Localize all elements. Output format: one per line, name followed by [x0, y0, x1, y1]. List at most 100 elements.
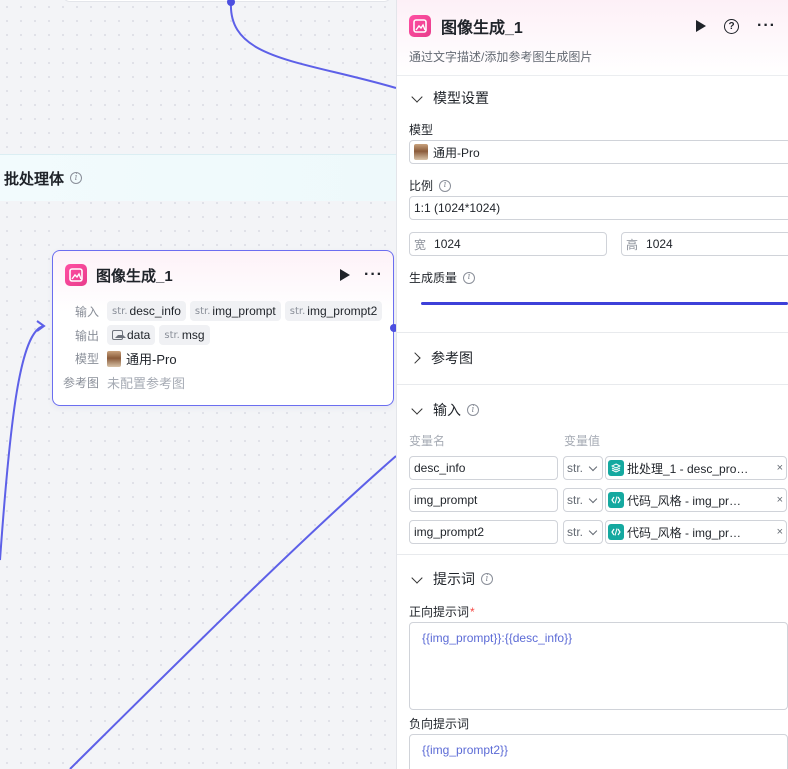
- var-type-select[interactable]: str.: [563, 520, 603, 544]
- var-name-value: img_prompt: [414, 493, 478, 507]
- negative-prompt-input[interactable]: {{img_prompt2}}: [409, 734, 788, 769]
- input-var-row: desc_info str. 批处理_1 - desc_pro… ×: [409, 456, 788, 480]
- col-var-value: 变量值: [564, 434, 601, 448]
- var-type-value: str.: [567, 461, 584, 475]
- panel-header: 图像生成_1 ? ··· 通过文字描述/添加参考图生成图片: [397, 0, 788, 76]
- section-reference[interactable]: 参考图: [409, 348, 473, 368]
- image-generate-icon: [409, 15, 431, 37]
- input-var-row: img_prompt str. 代码_风格 - img_pr… ×: [409, 488, 788, 512]
- section-label: 参考图: [431, 350, 473, 366]
- divider: [397, 554, 788, 555]
- ratio-field-label: 比例 i: [409, 177, 452, 194]
- info-icon[interactable]: i: [70, 172, 83, 184]
- batch-title: 批处理体: [4, 170, 65, 188]
- node-ref-row: 参考图 未配置参考图: [63, 373, 185, 392]
- var-name-value: img_prompt2: [414, 525, 485, 539]
- positive-prompt-input[interactable]: {{img_prompt}}:{{desc_info}}: [409, 622, 788, 710]
- width-label: 宽: [414, 237, 427, 252]
- image-generate-icon: [65, 264, 87, 286]
- var-reference-text: 代码_风格 - img_pr…: [627, 525, 742, 540]
- var-name-input[interactable]: img_prompt: [409, 488, 558, 512]
- code-icon: [608, 524, 624, 540]
- var-reference[interactable]: 代码_风格 - img_pr… ×: [605, 488, 787, 512]
- model-value: 通用-Pro: [126, 352, 177, 367]
- quality-slider[interactable]: [421, 302, 788, 305]
- more-icon[interactable]: ···: [364, 267, 383, 283]
- more-icon[interactable]: ···: [757, 18, 776, 34]
- width-value: 1024: [434, 237, 461, 251]
- quality-field-label: 生成质量 i: [409, 269, 476, 286]
- ratio-select[interactable]: 1:1 (1024*1024): [409, 196, 788, 220]
- image-gen-node[interactable]: 图像生成_1 ··· 输入 str. desc_info str. img_prom…: [52, 250, 394, 406]
- node-title: 图像生成_1: [96, 267, 173, 285]
- output-tag: str. msg: [159, 325, 210, 345]
- var-type-select[interactable]: str.: [563, 488, 603, 512]
- edge-top-to-panel: [229, 1, 397, 89]
- node-model-row: 模型 通用-Pro: [65, 349, 177, 368]
- input-tag: str. img_prompt2: [284, 301, 383, 321]
- run-icon[interactable]: [340, 269, 351, 281]
- ref-label: 参考图: [63, 376, 100, 390]
- section-input[interactable]: 输入 i: [409, 400, 479, 420]
- width-input[interactable]: 宽 1024: [409, 232, 607, 256]
- node-settings-panel: 图像生成_1 ? ··· 通过文字描述/添加参考图生成图片 模型设置 模型 通用…: [396, 0, 788, 769]
- info-icon[interactable]: i: [439, 179, 452, 192]
- var-name-value: desc_info: [414, 461, 466, 475]
- section-label: 输入: [433, 402, 461, 418]
- outputs-label: 输出: [74, 328, 99, 343]
- image-icon: [112, 330, 126, 340]
- var-name-input[interactable]: desc_info: [409, 456, 558, 480]
- chevron-down-icon: [588, 462, 598, 471]
- layers-icon: [608, 460, 624, 476]
- section-prompt[interactable]: 提示词 i: [409, 569, 493, 589]
- model-select-value: 通用-Pro: [433, 145, 480, 160]
- var-name-input[interactable]: img_prompt2: [409, 520, 558, 544]
- var-type-value: str.: [567, 493, 584, 507]
- chevron-right-icon: [409, 352, 421, 364]
- node-outputs-row: 输出 data str. msg: [65, 325, 214, 345]
- chevron-down-icon: [588, 526, 598, 535]
- ratio-value: 1:1 (1024*1024): [414, 201, 501, 215]
- input-var-row: img_prompt2 str. 代码_风格 - img_pr… ×: [409, 520, 788, 544]
- output-tag: data: [107, 325, 156, 345]
- positive-prompt-label: 正向提示词 *: [409, 604, 475, 620]
- model-avatar: [107, 350, 121, 367]
- height-label: 高: [626, 237, 639, 252]
- height-input[interactable]: 高 1024: [621, 232, 788, 256]
- chevron-down-icon: [411, 90, 423, 103]
- upstream-output-port[interactable]: [227, 0, 235, 6]
- chevron-down-icon: [411, 571, 423, 584]
- close-icon[interactable]: ×: [777, 462, 783, 474]
- close-icon[interactable]: ×: [777, 526, 783, 538]
- code-icon: [608, 492, 624, 508]
- height-value: 1024: [646, 237, 673, 251]
- var-type-select[interactable]: str.: [563, 456, 603, 480]
- run-icon[interactable]: [696, 20, 707, 32]
- model-label: 模型: [74, 352, 99, 366]
- required-mark: *: [470, 604, 475, 619]
- var-reference[interactable]: 批处理_1 - desc_pro… ×: [605, 456, 787, 480]
- node-inputs-row: 输入 str. desc_info str. img_prompt str. img_…: [65, 301, 386, 321]
- section-label: 提示词: [433, 571, 475, 587]
- help-icon[interactable]: ?: [724, 18, 740, 34]
- var-type-value: str.: [567, 525, 584, 539]
- edge-bottom-to-panel: [69, 455, 397, 769]
- batch-container-header[interactable]: 批处理体 i: [0, 154, 396, 201]
- chevron-down-icon: [411, 402, 423, 415]
- input-tag: str. img_prompt: [189, 301, 281, 321]
- model-select[interactable]: 通用-Pro: [409, 140, 788, 164]
- section-model-settings[interactable]: 模型设置: [409, 88, 489, 108]
- divider: [397, 332, 788, 333]
- var-reference[interactable]: 代码_风格 - img_pr… ×: [605, 520, 787, 544]
- var-reference-text: 代码_风格 - img_pr…: [627, 493, 742, 508]
- section-label: 模型设置: [433, 90, 489, 106]
- edge-left-into-node: [0, 325, 45, 561]
- col-var-name: 变量名: [409, 434, 446, 448]
- ref-value: 未配置参考图: [107, 376, 186, 391]
- info-icon[interactable]: i: [463, 271, 476, 284]
- info-icon[interactable]: i: [481, 573, 493, 585]
- info-icon[interactable]: i: [467, 404, 479, 416]
- model-field-label: 模型: [409, 123, 434, 137]
- chevron-down-icon: [588, 494, 598, 503]
- close-icon[interactable]: ×: [777, 494, 783, 506]
